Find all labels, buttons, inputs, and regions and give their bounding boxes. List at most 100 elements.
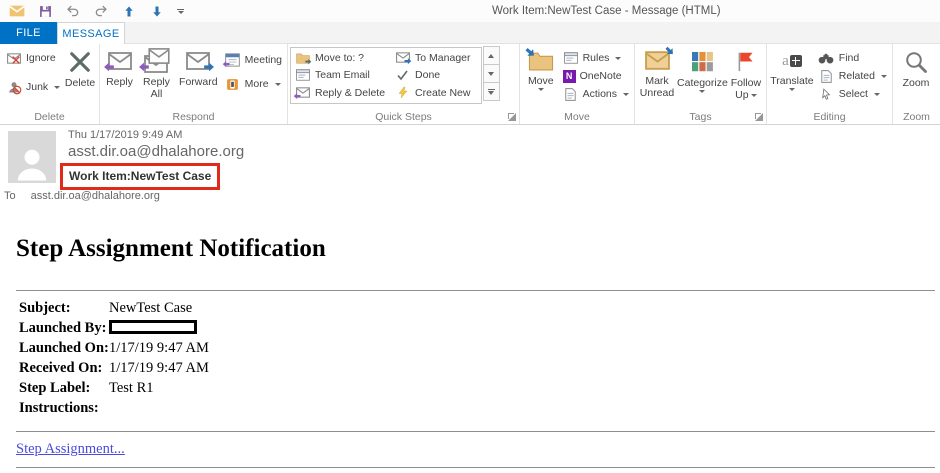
redaction-box [109, 320, 197, 334]
actions-icon [563, 87, 579, 101]
team-email-icon [295, 69, 310, 82]
rules-label: Rules [582, 52, 610, 64]
divider [16, 467, 935, 468]
more-respond-icon [224, 77, 241, 92]
message-header: Thu 1/17/2019 9:49 AM asst.dir.oa@dhalah… [0, 125, 940, 205]
find-label: Find [838, 52, 860, 64]
divider [16, 431, 935, 432]
undo-button[interactable] [65, 3, 81, 19]
sender-email[interactable]: asst.dir.oa@dhalahore.org [68, 143, 940, 160]
translate-dropdown-caret-icon [788, 88, 795, 93]
reply-button[interactable]: Reply [102, 45, 137, 88]
move-button[interactable]: Move [522, 45, 560, 93]
junk-icon [5, 80, 22, 95]
divider [16, 290, 935, 291]
to-label: To [4, 190, 16, 202]
translate-icon: a [782, 48, 802, 73]
done-check-icon [395, 69, 410, 82]
onenote-icon: N [562, 69, 576, 83]
rules-button[interactable]: Rules [560, 49, 632, 67]
quick-step-move-to[interactable]: Move to: ? [293, 49, 393, 67]
previous-item-button[interactable] [121, 3, 137, 19]
group-label-zoom: Zoom [903, 111, 930, 123]
ribbon-group-respond: Reply Reply All Forward Meeting More Res… [100, 44, 288, 124]
message-date: Thu 1/17/2019 9:49 AM [68, 129, 183, 141]
mark-unread-label: Mark Unread [639, 75, 675, 99]
delete-button[interactable]: Delete [63, 45, 97, 89]
forward-label: Forward [179, 76, 218, 88]
meeting-button[interactable]: Meeting [221, 51, 285, 69]
window-title: Work Item:NewTest Case - Message (HTML) [492, 5, 721, 17]
quick-steps-scrollbar [482, 46, 500, 101]
move-dropdown-caret-icon [537, 88, 544, 93]
step-assignment-link[interactable]: Step Assignment... [16, 441, 125, 458]
junk-button[interactable]: Junk [2, 78, 63, 96]
tags-dialog-launcher-icon[interactable] [755, 113, 764, 122]
quick-step-done[interactable]: Done [393, 67, 478, 85]
related-button[interactable]: Related [815, 67, 890, 85]
more-respond-button[interactable]: More [221, 75, 285, 93]
quick-step-team-email[interactable]: Team Email [293, 67, 393, 85]
find-binoculars-icon [818, 52, 835, 65]
quick-step-create-new[interactable]: Create New [393, 84, 478, 102]
follow-up-button[interactable]: Follow Up [728, 45, 764, 101]
quick-step-to-manager[interactable]: To Manager [393, 49, 478, 67]
avatar [8, 131, 56, 183]
forward-icon [183, 48, 213, 74]
zoom-magnifier-icon [904, 48, 928, 75]
tab-file[interactable]: FILE [0, 22, 57, 44]
categorize-dropdown-caret-icon [699, 90, 706, 95]
reply-all-label: Reply All [143, 76, 170, 100]
to-manager-icon [395, 51, 410, 64]
group-label-move: Move [564, 111, 590, 123]
create-new-bolt-icon [395, 86, 410, 99]
select-button[interactable]: Select [815, 85, 890, 103]
junk-label: Junk [26, 81, 49, 93]
subject-highlight-box: Work Item:NewTest Case [60, 163, 221, 190]
message-body: Step Assignment Notification Subject: Ne… [0, 235, 940, 468]
categorize-button[interactable]: Categorize [677, 45, 728, 95]
select-cursor-icon [818, 87, 835, 101]
mail-app-icon [9, 3, 25, 19]
quick-steps-scroll-down[interactable] [482, 64, 500, 83]
outlook-message-window: Work Item:NewTest Case - Message (HTML) … [0, 0, 940, 473]
redo-button[interactable] [93, 3, 109, 19]
tab-message[interactable]: MESSAGE [57, 22, 125, 44]
ribbon-group-zoom: Zoom Zoom [893, 44, 940, 124]
ignore-label: Ignore [26, 52, 56, 64]
group-label-delete: Delete [34, 111, 65, 123]
mark-unread-button[interactable]: Mark Unread [637, 45, 677, 99]
field-row-subject: Subject: NewTest Case [19, 300, 193, 316]
to-recipient-email[interactable]: asst.dir.oa@dhalahore.org [31, 190, 160, 202]
quick-steps-dialog-launcher-icon[interactable] [508, 113, 517, 122]
forward-button[interactable]: Forward [176, 45, 221, 88]
ribbon-tab-row: FILE MESSAGE [0, 22, 940, 44]
onenote-label: OneNote [579, 70, 622, 82]
title-bar: Work Item:NewTest Case - Message (HTML) [0, 0, 940, 22]
customize-quick-access-toolbar-button[interactable] [177, 8, 184, 14]
zoom-button[interactable]: Zoom [895, 45, 937, 89]
actions-button[interactable]: Actions [560, 85, 632, 103]
field-row-step-label: Step Label: Test R1 [19, 380, 154, 396]
follow-up-label: Follow Up [730, 77, 762, 101]
zoom-label: Zoom [902, 77, 930, 89]
reply-all-button[interactable]: Reply All [137, 45, 176, 100]
save-button[interactable] [37, 3, 53, 19]
find-button[interactable]: Find [815, 49, 890, 67]
quick-steps-more-button[interactable] [482, 82, 500, 101]
group-label-quick-steps: Quick Steps [375, 111, 432, 123]
translate-button[interactable]: a Translate [769, 45, 815, 93]
quick-step-reply-delete[interactable]: Reply & Delete [293, 84, 393, 102]
more-respond-label: More [244, 78, 269, 90]
onenote-button[interactable]: N OneNote [560, 67, 632, 85]
quick-steps-scroll-up[interactable] [482, 46, 500, 65]
ignore-button[interactable]: Ignore [2, 49, 63, 67]
ribbon-group-tags: Mark Unread Categorize Follow Up Tags [635, 44, 767, 124]
message-subject: Work Item:NewTest Case [69, 169, 212, 183]
field-row-launched-on: Launched On: 1/17/19 9:47 AM [19, 340, 209, 356]
reply-icon [105, 48, 135, 74]
notification-heading: Step Assignment Notification [16, 235, 326, 262]
notification-fields: Subject: NewTest Case Launched By: Launc… [0, 298, 940, 418]
group-label-editing: Editing [813, 111, 846, 123]
next-item-button[interactable] [149, 3, 165, 19]
